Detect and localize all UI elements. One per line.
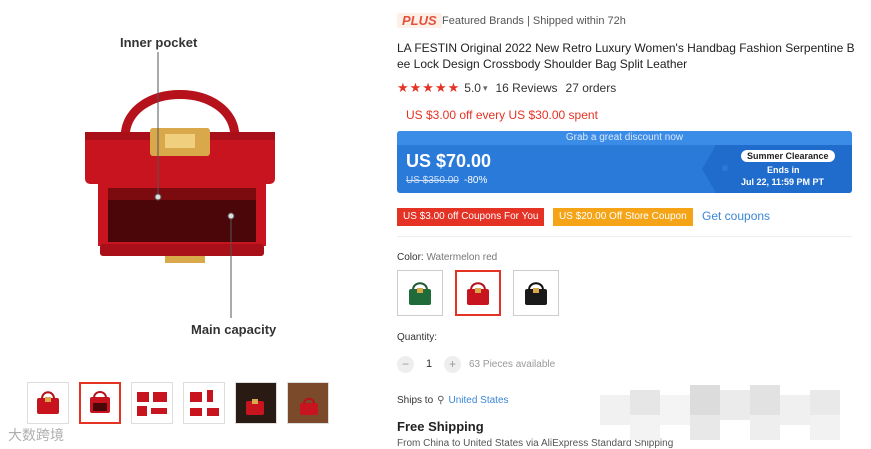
location-pin-icon: ⚲ <box>437 395 445 406</box>
rating-row: ★★★★★ 5.0 ▾ 16 Reviews 27 orders <box>397 80 616 96</box>
ships-to-row: Ships to ⚲ United States <box>397 395 509 406</box>
color-label: Color: Watermelon red <box>397 252 497 263</box>
callout-inner-pocket: Inner pocket <box>120 35 198 50</box>
thumbnail-3[interactable] <box>131 382 173 424</box>
chevron-down-icon[interactable]: ▾ <box>483 83 488 94</box>
thumbnail-2[interactable] <box>79 382 121 424</box>
orders-count: 27 orders <box>565 81 617 95</box>
brand-line: Featured Brands | Shipped within 72h <box>442 15 626 27</box>
divider <box>397 236 852 237</box>
main-product-image[interactable]: Inner pocket Main capacity <box>20 20 350 360</box>
banner-title: Grab a great discount now <box>397 131 852 145</box>
product-title: LA FESTIN Original 2022 New Retro Luxury… <box>397 41 855 71</box>
quantity-decrease-button[interactable]: − <box>397 356 414 373</box>
thumbnail-1[interactable] <box>27 382 69 424</box>
rating-value[interactable]: 5.0 <box>464 81 481 95</box>
dot-icon <box>722 165 728 171</box>
product-gallery: Inner pocket Main capacity 大数跨境 <box>0 0 370 449</box>
selected-color: Watermelon red <box>426 252 498 263</box>
star-rating-icon: ★★★★★ <box>397 80 461 95</box>
quantity-label: Quantity: <box>397 332 438 343</box>
quantity-increase-button[interactable]: + <box>444 356 461 373</box>
blurred-region <box>600 385 840 440</box>
color-label-text: Color: <box>397 252 424 263</box>
plus-badge: PLUS <box>397 13 442 28</box>
ships-to-label: Ships to <box>397 395 434 406</box>
get-coupons-link[interactable]: Get coupons <box>702 209 770 223</box>
color-swatch-red[interactable] <box>455 270 501 316</box>
coupon-for-you[interactable]: US $3.00 off Coupons For You <box>397 208 545 226</box>
thumbnail-5[interactable] <box>235 382 277 424</box>
discount-percent: -80% <box>464 175 488 186</box>
thumbnail-6[interactable] <box>287 382 329 424</box>
current-price: US $70.00 <box>406 151 492 171</box>
promo-text: US $3.00 off every US $30.00 spent <box>406 108 598 122</box>
color-swatch-green[interactable] <box>397 270 443 316</box>
callout-main-capacity: Main capacity <box>191 322 277 337</box>
price-banner: Grab a great discount now US $70.00 US $… <box>397 131 852 193</box>
ends-in-label: Ends in <box>767 165 800 175</box>
banner-notch <box>702 145 716 193</box>
quantity-input[interactable]: 1 <box>426 358 432 370</box>
thumbnail-strip <box>27 382 329 424</box>
store-coupon[interactable]: US $20.00 Off Store Coupon <box>553 208 693 226</box>
ends-date: Jul 22, 11:59 PM PT <box>741 177 825 187</box>
thumbnail-4[interactable] <box>183 382 225 424</box>
original-price: US $350.00 <box>406 175 459 186</box>
sale-badge: Summer Clearance <box>741 150 835 162</box>
pieces-available: 63 Pieces available <box>469 359 556 370</box>
free-shipping-label: Free Shipping <box>397 419 484 434</box>
ships-to-country[interactable]: United States <box>448 395 508 406</box>
color-swatch-black[interactable] <box>513 270 559 316</box>
reviews-link[interactable]: 16 Reviews <box>496 81 558 95</box>
watermark: 大数跨境 <box>8 427 64 443</box>
